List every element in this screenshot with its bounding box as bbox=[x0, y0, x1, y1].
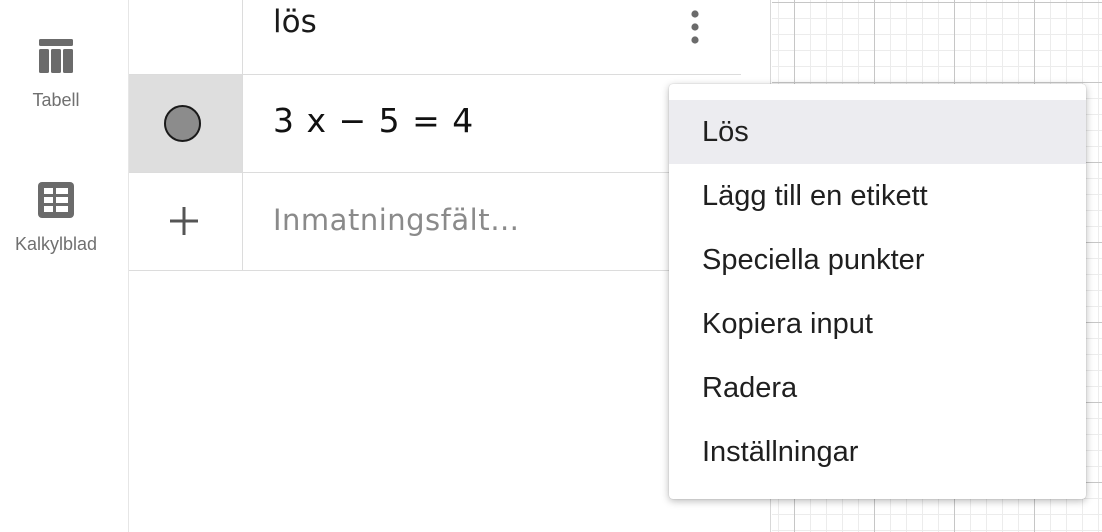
row-marble-area bbox=[129, 75, 243, 172]
menu-item-settings[interactable]: Inställningar bbox=[669, 420, 1086, 484]
table-icon bbox=[39, 39, 73, 73]
input-row[interactable]: Inmatningsfält… bbox=[129, 173, 741, 271]
menu-item-add-label[interactable]: Lägg till en etikett bbox=[669, 164, 1086, 228]
menu-item-los[interactable]: Lös bbox=[669, 100, 1086, 164]
row-text[interactable]: lös bbox=[273, 4, 317, 40]
row-marble-area bbox=[129, 173, 243, 270]
tool-sidebar: Tabell Kalkylblad bbox=[0, 0, 129, 532]
context-menu: Lös Lägg till en etikett Speciella punkt… bbox=[669, 84, 1086, 499]
visibility-marble-icon[interactable] bbox=[164, 105, 201, 142]
more-vertical-icon[interactable] bbox=[685, 8, 705, 46]
sidebar-item-label: Tabell bbox=[32, 90, 80, 110]
row-marble-area bbox=[129, 0, 243, 74]
plus-icon[interactable] bbox=[169, 206, 199, 236]
sidebar-item-label: Kalkylblad bbox=[14, 234, 98, 254]
algebra-row-selected[interactable]: 3 x − 5 = 4 bbox=[129, 75, 741, 173]
geogebra-window: Tabell Kalkylblad lös 3 x − 5 = 4 Inmatn… bbox=[0, 0, 1102, 532]
sidebar-item-tabell[interactable]: Tabell bbox=[0, 36, 112, 111]
menu-item-copy-input[interactable]: Kopiera input bbox=[669, 292, 1086, 356]
sidebar-item-kalkylblad[interactable]: Kalkylblad bbox=[0, 180, 112, 255]
equation-text[interactable]: 3 x − 5 = 4 bbox=[273, 101, 474, 140]
input-field[interactable]: Inmatningsfält… bbox=[273, 203, 520, 237]
spreadsheet-icon bbox=[38, 182, 74, 218]
menu-item-delete[interactable]: Radera bbox=[669, 356, 1086, 420]
algebra-row[interactable]: lös bbox=[129, 0, 741, 75]
menu-item-special-points[interactable]: Speciella punkter bbox=[669, 228, 1086, 292]
